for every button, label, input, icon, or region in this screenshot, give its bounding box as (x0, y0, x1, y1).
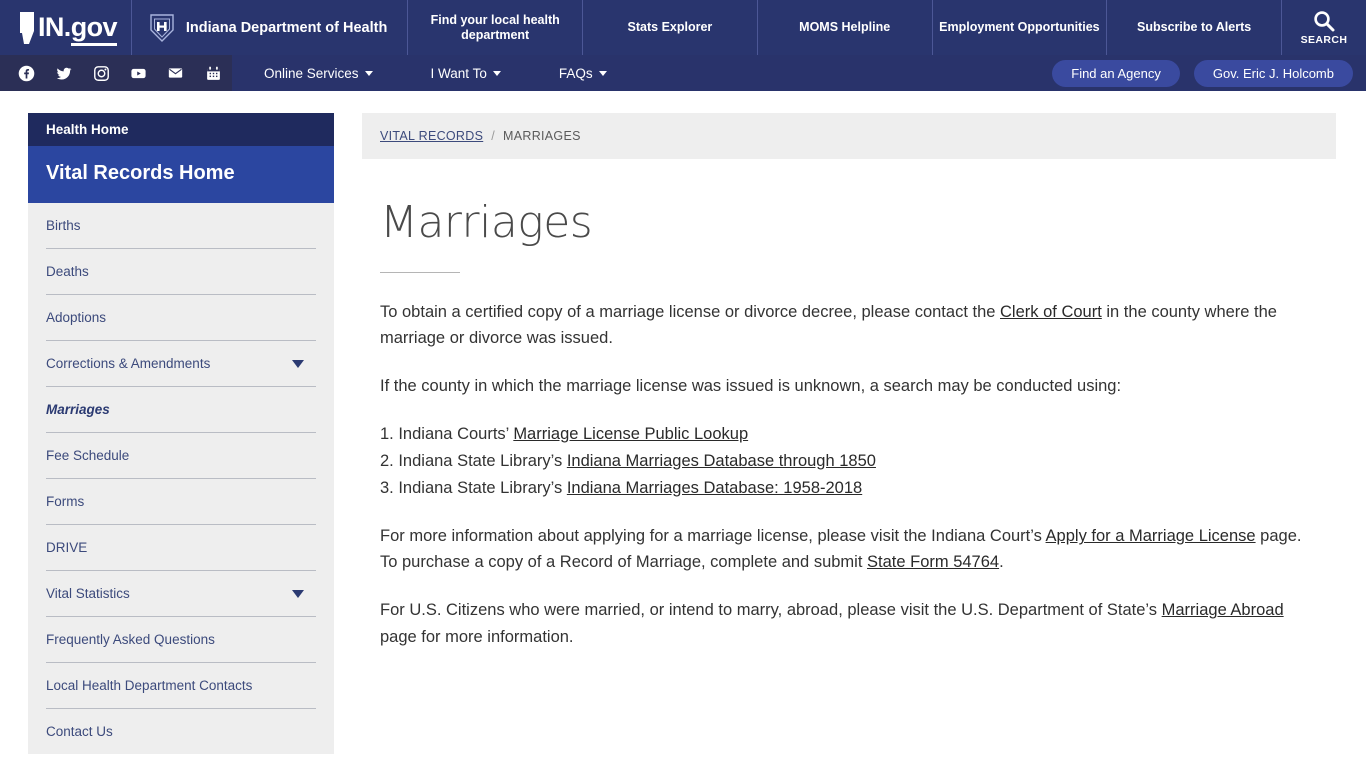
menu-faqs-label: FAQs (558, 65, 593, 81)
sidebar-item-vital-statistics[interactable]: Vital Statistics (46, 571, 316, 617)
title-divider (380, 272, 460, 273)
search-options-list: 1. Indiana Courts’ Marriage License Publ… (380, 421, 1318, 501)
primary-nav: Find your local health department Stats … (408, 0, 1282, 55)
governor-button[interactable]: Gov. Eric J. Holcomb (1193, 59, 1353, 87)
email-icon[interactable] (157, 65, 194, 81)
nav-stats-explorer[interactable]: Stats Explorer (583, 0, 758, 55)
nav-find-local-health-department[interactable]: Find your local health department (408, 0, 584, 55)
in-gov-logo[interactable]: IN.gov (0, 0, 132, 55)
site-header: IN.gov Indiana Department of Health Find… (0, 0, 1366, 55)
secondary-nav: Online Services I Want To FAQs Find an A… (0, 55, 1366, 91)
page-title: Marriages (380, 197, 593, 248)
breadcrumb-separator: / (491, 129, 496, 143)
chevron-down-icon[interactable] (292, 359, 304, 368)
nav-subscribe-to-alerts[interactable]: Subscribe to Alerts (1107, 0, 1282, 55)
link-clerk-of-court[interactable]: Clerk of Court (1000, 303, 1102, 321)
search-icon (1314, 11, 1335, 32)
search-label: SEARCH (1300, 34, 1348, 46)
paragraph-marriage-abroad: For U.S. Citizens who were married, or i… (380, 601, 1284, 646)
sidebar-item-frequently-asked-questions[interactable]: Frequently Asked Questions (46, 617, 316, 663)
sidebar-item-fee-schedule[interactable]: Fee Schedule (46, 433, 316, 479)
calendar-icon[interactable] (195, 65, 232, 82)
shield-h-icon (150, 13, 174, 42)
logo-text: IN.gov (38, 12, 118, 46)
sidebar-menu: Births Deaths Adoptions Corrections & Am… (28, 203, 334, 754)
link-indiana-marriages-database-through-1850[interactable]: Indiana Marriages Database through 1850 (567, 452, 876, 470)
youtube-icon[interactable] (120, 65, 157, 82)
agency-name: Indiana Department of Health (185, 19, 388, 36)
menu-i-want-to[interactable]: I Want To (431, 66, 531, 81)
chevron-down-icon (492, 70, 501, 76)
sidebar-item-health-home[interactable]: Health Home (28, 113, 334, 146)
sidebar-item-corrections-amendments[interactable]: Corrections & Amendments (46, 341, 316, 387)
indiana-state-icon (20, 11, 34, 44)
nav-employment-opportunities[interactable]: Employment Opportunities (933, 0, 1108, 55)
page-body: Health Home Vital Records Home Births De… (0, 91, 1366, 768)
utility-buttons: Find an Agency Gov. Eric J. Holcomb (1052, 55, 1366, 91)
menu-online-services[interactable]: Online Services (264, 66, 403, 81)
paragraph-unknown-county: If the county in which the marriage lice… (380, 377, 1122, 396)
search-button[interactable]: SEARCH (1282, 0, 1366, 55)
sidebar-item-adoptions[interactable]: Adoptions (46, 295, 316, 341)
sidebar-item-contact-us[interactable]: Contact Us (46, 709, 316, 754)
link-apply-for-a-marriage-license[interactable]: Apply for a Marriage License (1046, 527, 1256, 545)
menu-online-services-label: Online Services (264, 65, 359, 81)
sidebar-item-forms[interactable]: Forms (46, 479, 316, 525)
paragraph-clerk-of-court: To obtain a certified copy of a marriage… (380, 303, 1277, 348)
menu-i-want-to-label: I Want To (430, 65, 487, 81)
sidebar: Health Home Vital Records Home Births De… (28, 113, 334, 754)
facebook-icon[interactable] (8, 65, 45, 82)
social-links (0, 55, 232, 91)
link-marriage-license-public-lookup[interactable]: Marriage License Public Lookup (513, 425, 748, 443)
utility-links: Online Services I Want To FAQs (232, 55, 665, 91)
chevron-down-icon (598, 70, 607, 76)
list-item: 1. Indiana Courts’ Marriage License Publ… (380, 425, 749, 444)
chevron-down-icon[interactable] (292, 589, 304, 598)
breadcrumb: VITAL RECORDS / MARRIAGES (362, 113, 1336, 159)
sidebar-item-drive[interactable]: DRIVE (46, 525, 316, 571)
sidebar-item-deaths[interactable]: Deaths (46, 249, 316, 295)
list-item: 2. Indiana State Library’s Indiana Marri… (380, 451, 876, 470)
sidebar-item-births[interactable]: Births (46, 203, 316, 249)
paragraph-apply-license: For more information about applying for … (380, 527, 1302, 572)
chevron-down-icon (364, 70, 373, 76)
list-item: 3. Indiana State Library’s Indiana Marri… (380, 478, 863, 497)
main-content: VITAL RECORDS / MARRIAGES Marriages To obt… (362, 113, 1336, 768)
sidebar-item-marriages[interactable]: Marriages (46, 387, 316, 433)
agency-brand[interactable]: Indiana Department of Health (132, 0, 409, 55)
article: Marriages To obtain a certified copy of … (362, 159, 1336, 650)
sidebar-item-vital-records-home[interactable]: Vital Records Home (28, 146, 334, 203)
link-indiana-marriages-database-1958-2018[interactable]: Indiana Marriages Database: 1958-2018 (567, 479, 862, 497)
breadcrumb-link-vital-records[interactable]: VITAL RECORDS (380, 129, 483, 143)
link-marriage-abroad[interactable]: Marriage Abroad (1162, 601, 1284, 619)
sidebar-item-local-health-department-contacts[interactable]: Local Health Department Contacts (46, 663, 316, 709)
breadcrumb-current: MARRIAGES (503, 129, 581, 143)
nav-moms-helpline[interactable]: MOMS Helpline (758, 0, 933, 55)
twitter-icon[interactable] (45, 65, 82, 82)
link-state-form-54764[interactable]: State Form 54764 (867, 553, 999, 571)
instagram-icon[interactable] (83, 65, 120, 82)
find-an-agency-button[interactable]: Find an Agency (1052, 59, 1180, 87)
menu-faqs[interactable]: FAQs (559, 66, 637, 81)
